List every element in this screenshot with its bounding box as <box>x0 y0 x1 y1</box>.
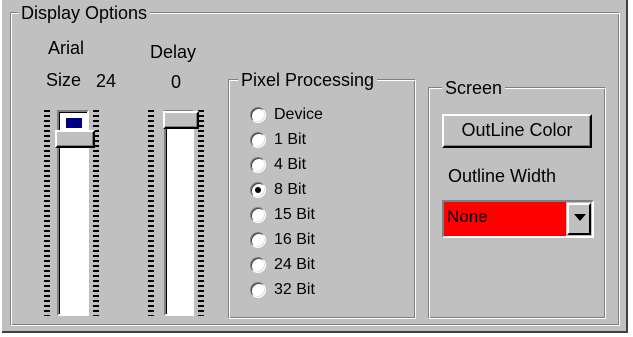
delay-value: 0 <box>171 72 182 92</box>
delay-label: Delay <box>150 42 197 62</box>
radio-device-button[interactable] <box>250 107 266 123</box>
size-value: 24 <box>96 71 117 91</box>
radio-4bit-button[interactable] <box>250 157 266 173</box>
size-slider-thumb[interactable] <box>55 130 95 148</box>
font-name-label: Arial <box>48 38 85 58</box>
radio-24bit-label: 24 Bit <box>274 256 315 273</box>
size-slider-ticks-left <box>44 110 50 316</box>
radio-8bit-button[interactable] <box>250 182 266 198</box>
delay-slider[interactable] <box>146 108 210 320</box>
pixel-processing-title: Pixel Processing <box>238 70 378 90</box>
outline-width-dropdown-button[interactable] <box>567 203 591 235</box>
radio-16bit-label: 16 Bit <box>274 231 315 248</box>
display-options-title: Display Options <box>18 3 151 23</box>
delay-slider-thumb[interactable] <box>163 111 199 129</box>
screen-title: Screen <box>442 78 506 98</box>
radio-1bit-label: 1 Bit <box>274 131 307 148</box>
chevron-down-icon <box>574 214 586 221</box>
delay-slider-track <box>164 110 194 316</box>
delay-slider-ticks-left <box>148 110 154 316</box>
radio-1bit-button[interactable] <box>250 132 266 148</box>
delay-slider-ticks-right <box>198 110 204 316</box>
radio-16bit-button[interactable] <box>250 232 266 248</box>
radio-15bit-button[interactable] <box>250 207 266 223</box>
size-slider-selection <box>66 118 82 128</box>
radio-32bit-label: 32 Bit <box>274 281 315 298</box>
outline-color-button-label: OutLine Color <box>461 120 573 140</box>
outline-width-label: Outline Width <box>448 166 557 186</box>
radio-32bit-button[interactable] <box>250 282 266 298</box>
radio-15bit-label: 15 Bit <box>274 206 315 223</box>
size-label: Size <box>46 70 82 90</box>
outline-width-select[interactable]: None <box>442 200 594 238</box>
size-slider[interactable] <box>42 108 106 320</box>
radio-8bit-label: 8 Bit <box>274 181 307 198</box>
radio-device-label: Device <box>274 106 323 123</box>
radio-4bit-label: 4 Bit <box>274 156 307 173</box>
outline-width-value: None <box>444 202 566 236</box>
radio-24bit-button[interactable] <box>250 257 266 273</box>
display-options-panel: Display Options Arial Delay Size 24 0 Pi… <box>2 0 628 333</box>
outline-color-button[interactable]: OutLine Color <box>442 114 592 148</box>
